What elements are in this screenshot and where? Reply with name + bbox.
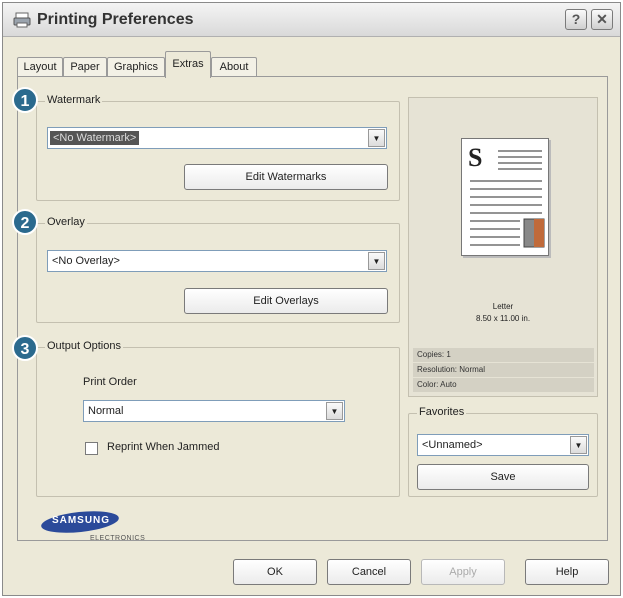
printing-preferences-window: Printing Preferences ? ✕ Layout Paper Gr…	[2, 2, 621, 596]
reprint-checkbox[interactable]	[85, 442, 98, 455]
tab-extras[interactable]: Extras	[165, 51, 211, 78]
help-title-button[interactable]: ?	[565, 9, 587, 30]
chevron-down-icon[interactable]: ▼	[570, 436, 587, 454]
step-1-badge: 1	[12, 87, 38, 113]
print-order-select[interactable]: Normal ▼	[83, 400, 345, 422]
page-preview: S Letter 8.50 x 11.00 in. Copies: 1 Reso…	[408, 97, 598, 397]
copies-info: Copies: 1	[413, 348, 594, 362]
text-lines-icon	[470, 150, 545, 248]
output-options-group: Output Options Print Order Normal ▼ Repr…	[36, 340, 400, 497]
output-options-label: Output Options	[45, 340, 123, 352]
print-order-value: Normal	[88, 405, 124, 417]
edit-watermarks-button[interactable]: Edit Watermarks	[184, 164, 388, 190]
watermark-select[interactable]: <No Watermark> ▼	[47, 127, 387, 149]
chevron-down-icon[interactable]: ▼	[326, 402, 343, 420]
overlay-label: Overlay	[45, 216, 87, 228]
favorites-select[interactable]: <Unnamed> ▼	[417, 434, 589, 456]
page-thumbnail: S	[461, 138, 549, 256]
tab-paper[interactable]: Paper	[63, 57, 107, 77]
favorites-selected-value: <Unnamed>	[422, 439, 483, 451]
samsung-sub: ELECTRONICS	[90, 535, 146, 542]
chevron-down-icon[interactable]: ▼	[368, 252, 385, 270]
overlay-group: Overlay <No Overlay> ▼ Edit Overlays	[36, 216, 400, 323]
cancel-button[interactable]: Cancel	[327, 559, 411, 585]
tab-layout[interactable]: Layout	[17, 57, 63, 77]
paper-size: 8.50 x 11.00 in.	[475, 314, 531, 323]
printer-icon	[13, 12, 31, 28]
favorites-label: Favorites	[417, 406, 467, 418]
paper-name: Letter	[492, 302, 514, 311]
title-bar[interactable]: Printing Preferences ? ✕	[3, 3, 620, 37]
close-button[interactable]: ✕	[591, 9, 613, 30]
step-2-badge: 2	[12, 209, 38, 235]
tab-about[interactable]: About	[211, 57, 257, 77]
watermark-label: Watermark	[45, 94, 103, 106]
save-button[interactable]: Save	[417, 464, 589, 490]
print-order-label: Print Order	[83, 376, 137, 388]
ok-button[interactable]: OK	[233, 559, 317, 585]
overlay-select[interactable]: <No Overlay> ▼	[47, 250, 387, 272]
tab-graphics[interactable]: Graphics	[107, 57, 165, 77]
watermark-selected-value: <No Watermark>	[50, 131, 140, 145]
color-info: Color: Auto	[413, 378, 594, 392]
favorites-group: Favorites <Unnamed> ▼ Save	[408, 406, 598, 497]
overlay-selected-value: <No Overlay>	[52, 255, 120, 267]
help-button[interactable]: Help	[525, 559, 609, 585]
edit-overlays-button[interactable]: Edit Overlays	[184, 288, 388, 314]
reprint-label: Reprint When Jammed	[107, 441, 220, 453]
apply-button[interactable]: Apply	[421, 559, 505, 585]
watermark-group: Watermark <No Watermark> ▼ Edit Watermar…	[36, 94, 400, 201]
extras-panel: Watermark <No Watermark> ▼ Edit Watermar…	[12, 76, 608, 542]
chevron-down-icon[interactable]: ▼	[368, 129, 385, 147]
window-title: Printing Preferences	[37, 11, 194, 28]
samsung-brand: SAMSUNG	[51, 515, 111, 526]
resolution-info: Resolution: Normal	[413, 363, 594, 377]
step-3-badge: 3	[12, 335, 38, 361]
